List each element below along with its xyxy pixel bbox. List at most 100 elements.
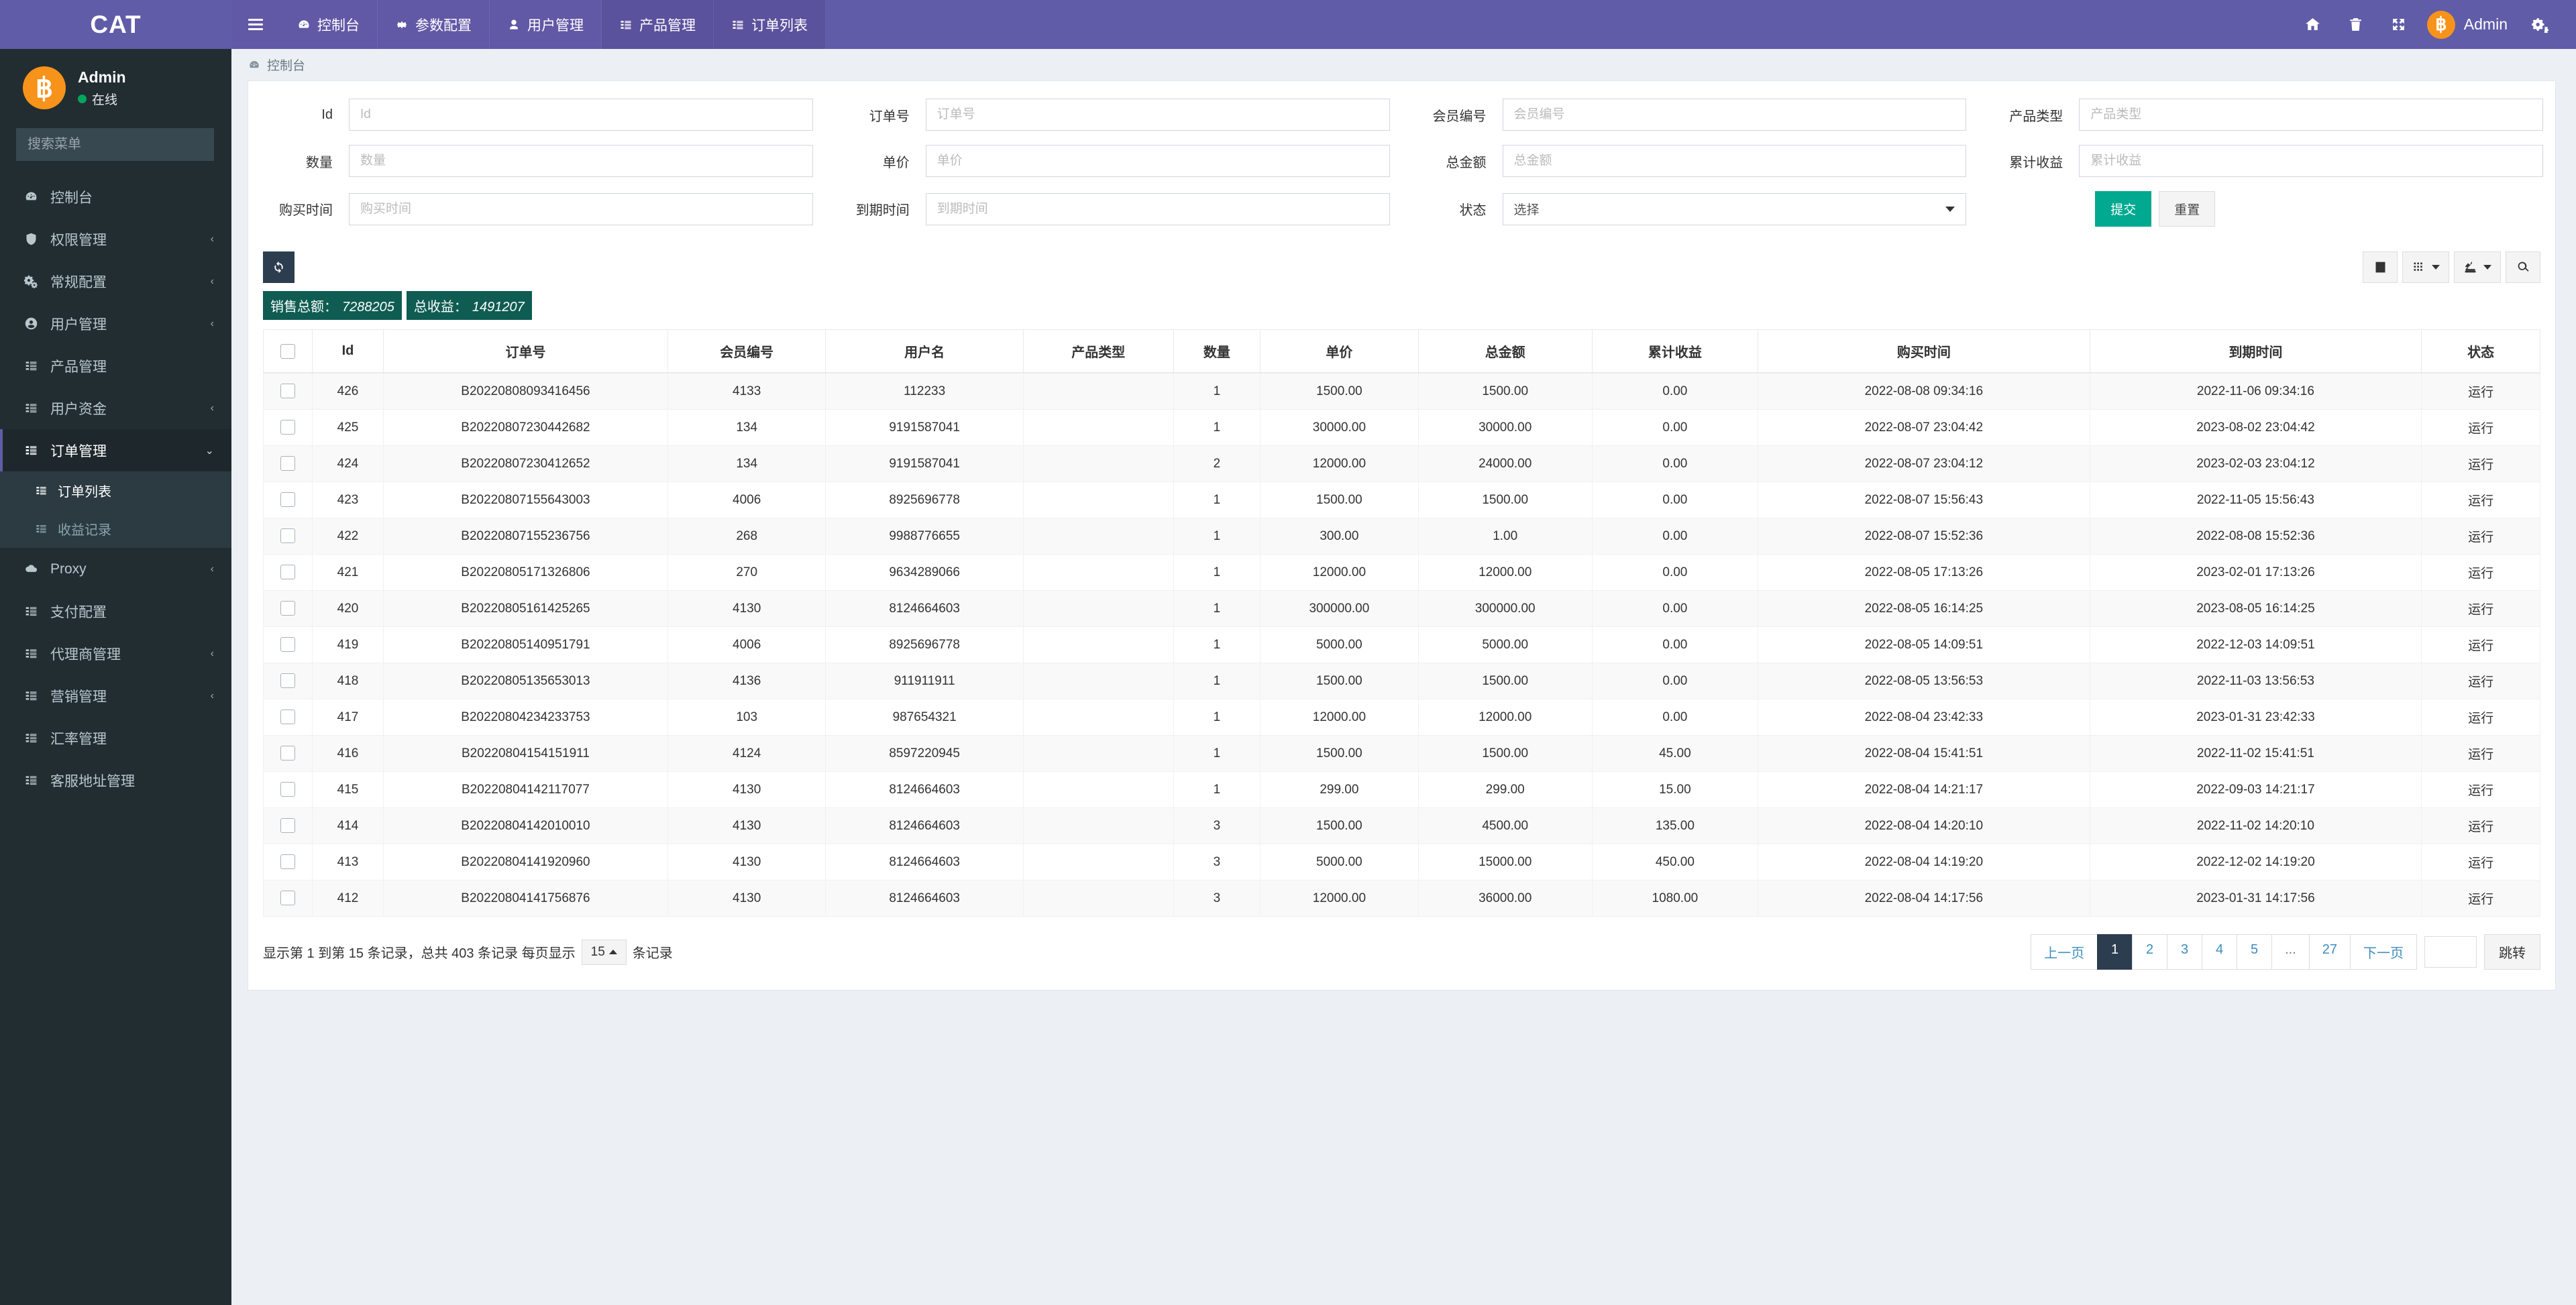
sidebar-item-product-management[interactable]: 产品管理: [0, 345, 231, 387]
pagination-page-1[interactable]: 1: [2097, 934, 2133, 970]
pagination-next-button[interactable]: 下一页: [2350, 934, 2417, 970]
table-row[interactable]: 426 B20220808093416456 4133 112233 1 1500.00 1…: [263, 372, 2540, 410]
product-type-input-wrap[interactable]: [2079, 99, 2543, 131]
page-size-selector[interactable]: 15: [581, 939, 627, 965]
columns-toggle-button[interactable]: [2402, 251, 2449, 283]
purchase-time-input[interactable]: [360, 201, 802, 217]
table-row[interactable]: 419 B20220805140951791 4006 8925696778 1 5000…: [263, 626, 2540, 663]
status-select[interactable]: 选择: [1502, 192, 1967, 225]
sidebar-toggle-button[interactable]: [231, 0, 280, 49]
refresh-button[interactable]: [263, 251, 294, 283]
product-type-input[interactable]: [2090, 107, 2532, 122]
home-button[interactable]: [2292, 0, 2334, 49]
quantity-input-wrap[interactable]: [349, 145, 813, 177]
row-checkbox[interactable]: [280, 492, 295, 508]
sidebar-item-exchange-rate-management[interactable]: 汇率管理: [0, 717, 231, 759]
sidebar-item-user-funds[interactable]: 用户资金 ‹: [0, 387, 231, 429]
table-row[interactable]: 418 B20220805135653013 4136 911911911 1 1500.…: [263, 663, 2540, 699]
row-checkbox[interactable]: [280, 565, 295, 580]
pagination-page-4[interactable]: 4: [2202, 934, 2237, 970]
row-checkbox[interactable]: [280, 746, 295, 761]
col-header-cumulative-profit[interactable]: 累计收益: [1591, 329, 1759, 374]
id-input[interactable]: [360, 107, 802, 122]
col-header-id[interactable]: Id: [312, 329, 384, 374]
row-checkbox[interactable]: [280, 384, 295, 399]
reset-button[interactable]: 重置: [2159, 191, 2216, 227]
row-checkbox[interactable]: [280, 891, 295, 906]
table-view-button[interactable]: [2363, 251, 2398, 283]
table-row[interactable]: 424 B20220807230412652 134 9191587041 2 12000…: [263, 445, 2540, 482]
pagination-prev-button[interactable]: 上一页: [2031, 934, 2098, 970]
nav-tab-params[interactable]: 参数配置: [378, 0, 490, 49]
col-header-unit-price[interactable]: 单价: [1260, 329, 1419, 374]
submit-button[interactable]: 提交: [2095, 191, 2152, 227]
sidebar-item-general-config[interactable]: 常规配置 ‹: [0, 260, 231, 302]
table-row[interactable]: 422 B20220807155236756 268 9988776655 1 300.0…: [263, 518, 2540, 555]
sidebar-item-order-management[interactable]: 订单管理 ⌄: [0, 429, 231, 471]
row-checkbox[interactable]: [280, 528, 295, 544]
nav-tab-products[interactable]: 产品管理: [602, 0, 714, 49]
row-checkbox[interactable]: [280, 710, 295, 725]
pagination-page-2[interactable]: 2: [2132, 934, 2167, 970]
nav-tab-dashboard[interactable]: 控制台: [280, 0, 378, 49]
row-checkbox[interactable]: [280, 420, 295, 435]
total-amount-input-wrap[interactable]: [1502, 145, 1967, 177]
cumulative-profit-input[interactable]: [2090, 154, 2532, 168]
sidebar-item-income-records[interactable]: 收益记录: [0, 510, 231, 548]
row-checkbox[interactable]: [280, 637, 295, 652]
col-header-status[interactable]: 状态: [2421, 329, 2540, 374]
purchase-time-input-wrap[interactable]: [349, 192, 813, 225]
sidebar-item-payment-config[interactable]: 支付配置: [0, 590, 231, 632]
total-amount-input[interactable]: [1513, 154, 1955, 168]
sidebar-item-user-management[interactable]: 用户管理 ‹: [0, 302, 231, 345]
app-brand-logo[interactable]: CAT: [0, 0, 231, 49]
table-row[interactable]: 414 B20220804142010010 4130 8124664603 3 1500…: [263, 807, 2540, 844]
search-toggle-button[interactable]: [2506, 251, 2540, 283]
unit-price-input-wrap[interactable]: [925, 145, 1390, 177]
pagination-page-3[interactable]: 3: [2167, 934, 2202, 970]
col-header-purchase-time[interactable]: 购买时间: [1758, 329, 2090, 374]
sidebar-item-dashboard[interactable]: 控制台: [0, 176, 231, 218]
table-row[interactable]: 413 B20220804141920960 4130 8124664603 3 5000…: [263, 844, 2540, 881]
row-checkbox[interactable]: [280, 456, 295, 471]
table-row[interactable]: 412 B20220804141756876 4130 8124664603 3 1200…: [263, 880, 2540, 917]
select-all-checkbox[interactable]: [280, 343, 295, 359]
order-no-input[interactable]: [936, 107, 1379, 122]
unit-price-input[interactable]: [936, 154, 1379, 168]
user-menu[interactable]: ฿ Admin: [2420, 10, 2518, 39]
trash-button[interactable]: [2334, 0, 2377, 49]
row-checkbox[interactable]: [280, 782, 295, 797]
col-header-product-type[interactable]: 产品类型: [1022, 329, 1174, 374]
table-row[interactable]: 415 B20220804142117077 4130 8124664603 1 299.…: [263, 771, 2540, 808]
nav-tab-order-list[interactable]: 订单列表: [714, 0, 826, 49]
page-jump-button[interactable]: 跳转: [2484, 934, 2540, 970]
col-header-order-no[interactable]: 订单号: [382, 329, 668, 374]
cumulative-profit-input-wrap[interactable]: [2079, 145, 2543, 177]
sidebar-item-support-address-management[interactable]: 客服地址管理: [0, 759, 231, 801]
nav-tab-users[interactable]: 用户管理: [490, 0, 602, 49]
sidebar-item-agent-management[interactable]: 代理商管理 ‹: [0, 632, 231, 675]
pagination-page-27[interactable]: 27: [2308, 934, 2350, 970]
menu-search-input[interactable]: [28, 137, 205, 152]
sidebar-item-proxy[interactable]: Proxy ‹: [0, 548, 231, 590]
col-header-member-no[interactable]: 会员编号: [667, 329, 826, 374]
sidebar-item-permissions[interactable]: 权限管理 ‹: [0, 218, 231, 260]
pagination-page-5[interactable]: 5: [2237, 934, 2272, 970]
row-checkbox[interactable]: [280, 854, 295, 870]
sidebar-item-marketing-management[interactable]: 营销管理 ‹: [0, 675, 231, 717]
table-row[interactable]: 423 B20220807155643003 4006 8925696778 1 1500…: [263, 481, 2540, 518]
settings-button[interactable]: [2518, 0, 2561, 49]
order-no-input-wrap[interactable]: [925, 99, 1390, 131]
col-header-username[interactable]: 用户名: [825, 329, 1024, 374]
member-no-input-wrap[interactable]: [1502, 99, 1967, 131]
page-jump-input[interactable]: [2424, 936, 2477, 968]
table-row[interactable]: 425 B20220807230442682 134 9191587041 1 30000…: [263, 409, 2540, 446]
col-header-quantity[interactable]: 数量: [1173, 329, 1261, 374]
quantity-input[interactable]: [360, 154, 802, 168]
expire-time-input[interactable]: [936, 201, 1379, 217]
id-input-wrap[interactable]: [349, 99, 813, 131]
export-button[interactable]: [2454, 251, 2501, 283]
row-checkbox[interactable]: [280, 673, 295, 689]
sidebar-search[interactable]: [16, 128, 214, 161]
expire-time-input-wrap[interactable]: [925, 192, 1390, 225]
